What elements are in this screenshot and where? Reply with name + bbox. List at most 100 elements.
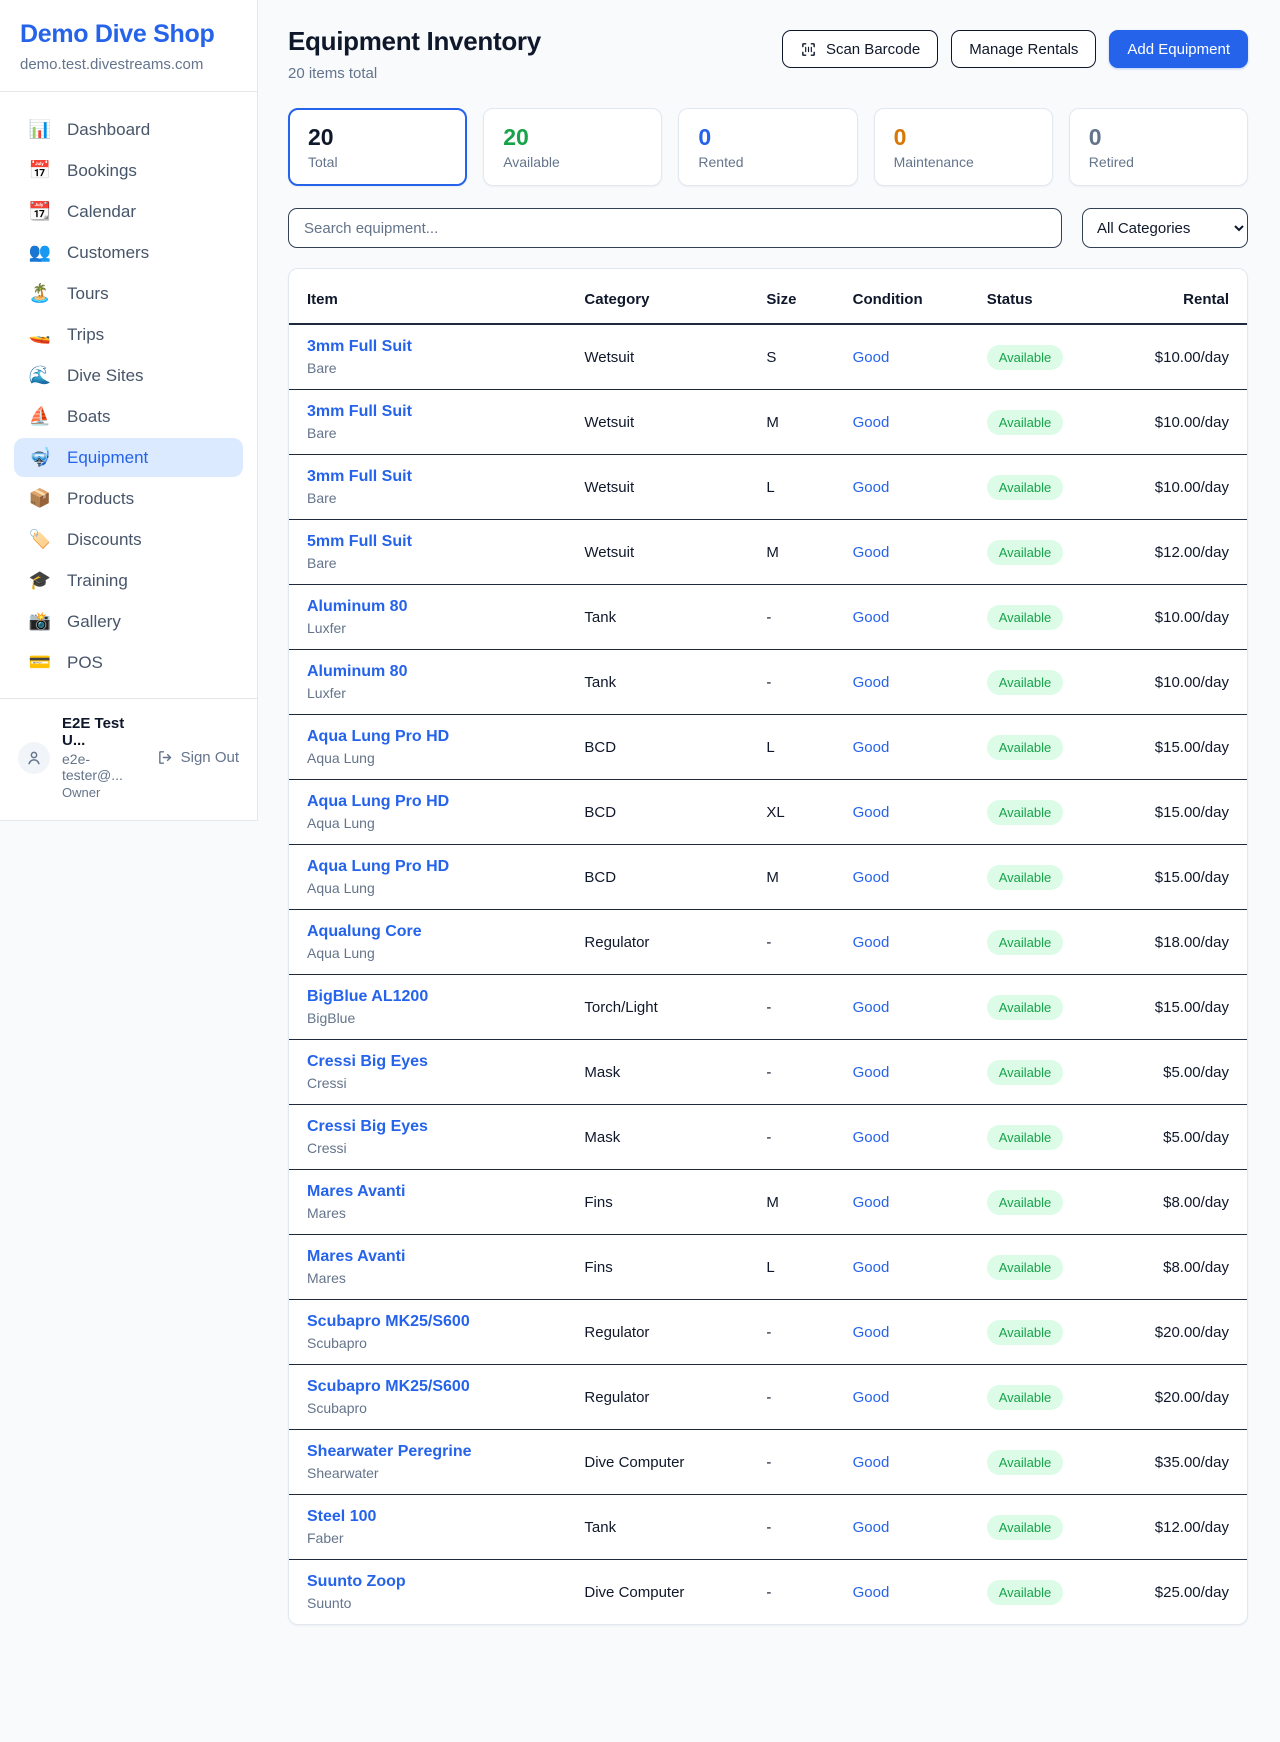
table-row[interactable]: Aqua Lung Pro HD Aqua Lung BCD L Good Av… — [289, 715, 1247, 780]
table-row[interactable]: 3mm Full Suit Bare Wetsuit S Good Availa… — [289, 324, 1247, 390]
item-name-link[interactable]: 3mm Full Suit — [307, 403, 568, 421]
table-row[interactable]: Aluminum 80 Luxfer Tank - Good Available… — [289, 650, 1247, 715]
nav-item-label: POS — [67, 653, 103, 673]
condition-link[interactable]: Good — [853, 1194, 890, 1211]
sign-out-button[interactable]: Sign Out — [157, 749, 239, 766]
item-name-link[interactable]: Scubapro MK25/S600 — [307, 1313, 568, 1331]
status-badge: Available — [987, 1125, 1064, 1150]
item-name-link[interactable]: Aqua Lung Pro HD — [307, 858, 568, 876]
table-row[interactable]: Suunto Zoop Suunto Dive Computer - Good … — [289, 1560, 1247, 1625]
item-name-link[interactable]: 3mm Full Suit — [307, 468, 568, 486]
condition-link[interactable]: Good — [853, 414, 890, 431]
sidebar-nav-item[interactable]: 🚤 Trips — [14, 315, 243, 354]
item-name-link[interactable]: Suunto Zoop — [307, 1573, 568, 1591]
condition-link[interactable]: Good — [853, 739, 890, 756]
nav-item-icon: 📦 — [28, 488, 52, 509]
add-equipment-button[interactable]: Add Equipment — [1109, 30, 1248, 68]
user-section: E2E Test U... e2e-tester@... Owner Sign … — [0, 698, 257, 820]
item-name-link[interactable]: Aqualung Core — [307, 923, 568, 941]
scan-barcode-button[interactable]: Scan Barcode — [782, 30, 938, 68]
sidebar-nav-item[interactable]: 👥 Customers — [14, 233, 243, 272]
stat-card[interactable]: 0 Rented — [678, 108, 857, 186]
item-brand: Scubapro — [307, 1400, 568, 1416]
item-name-link[interactable]: 3mm Full Suit — [307, 338, 568, 356]
item-name-link[interactable]: Aqua Lung Pro HD — [307, 728, 568, 746]
table-row[interactable]: 3mm Full Suit Bare Wetsuit M Good Availa… — [289, 390, 1247, 455]
item-name-link[interactable]: Shearwater Peregrine — [307, 1443, 568, 1461]
sign-out-icon — [157, 749, 174, 766]
item-name-link[interactable]: 5mm Full Suit — [307, 533, 568, 551]
stat-card[interactable]: 20 Available — [483, 108, 662, 186]
item-category: Tank — [576, 650, 758, 715]
rental-price: $15.00/day — [1155, 999, 1229, 1016]
condition-link[interactable]: Good — [853, 934, 890, 951]
stat-card[interactable]: 20 Total — [288, 108, 467, 186]
table-row[interactable]: Cressi Big Eyes Cressi Mask - Good Avail… — [289, 1040, 1247, 1105]
sidebar-nav-item[interactable]: 📸 Gallery — [14, 602, 243, 641]
condition-link[interactable]: Good — [853, 609, 890, 626]
item-name-link[interactable]: Steel 100 — [307, 1508, 568, 1526]
table-row[interactable]: Steel 100 Faber Tank - Good Available $1… — [289, 1495, 1247, 1560]
table-row[interactable]: Mares Avanti Mares Fins L Good Available… — [289, 1235, 1247, 1300]
nav-item-icon: 📆 — [28, 201, 52, 222]
condition-link[interactable]: Good — [853, 479, 890, 496]
sidebar-nav-item[interactable]: 📅 Bookings — [14, 151, 243, 190]
item-brand: Bare — [307, 360, 568, 376]
condition-link[interactable]: Good — [853, 1519, 890, 1536]
table-row[interactable]: Aqua Lung Pro HD Aqua Lung BCD XL Good A… — [289, 780, 1247, 845]
item-category: BCD — [576, 780, 758, 845]
condition-link[interactable]: Good — [853, 544, 890, 561]
table-row[interactable]: 3mm Full Suit Bare Wetsuit L Good Availa… — [289, 455, 1247, 520]
search-input[interactable] — [288, 208, 1062, 248]
table-row[interactable]: BigBlue AL1200 BigBlue Torch/Light - Goo… — [289, 975, 1247, 1040]
sidebar-nav-item[interactable]: 🏝️ Tours — [14, 274, 243, 313]
manage-rentals-button[interactable]: Manage Rentals — [951, 30, 1096, 68]
table-row[interactable]: Cressi Big Eyes Cressi Mask - Good Avail… — [289, 1105, 1247, 1170]
condition-link[interactable]: Good — [853, 1389, 890, 1406]
item-name-link[interactable]: Mares Avanti — [307, 1183, 568, 1201]
table-row[interactable]: Shearwater Peregrine Shearwater Dive Com… — [289, 1430, 1247, 1495]
item-name-link[interactable]: Cressi Big Eyes — [307, 1118, 568, 1136]
condition-link[interactable]: Good — [853, 1129, 890, 1146]
item-name-link[interactable]: Aluminum 80 — [307, 598, 568, 616]
condition-link[interactable]: Good — [853, 1584, 890, 1601]
item-name-link[interactable]: Scubapro MK25/S600 — [307, 1378, 568, 1396]
condition-link[interactable]: Good — [853, 674, 890, 691]
sidebar-nav-item[interactable]: 📆 Calendar — [14, 192, 243, 231]
condition-link[interactable]: Good — [853, 349, 890, 366]
page-title: Equipment Inventory — [288, 26, 541, 57]
item-name-link[interactable]: Mares Avanti — [307, 1248, 568, 1266]
stat-card[interactable]: 0 Maintenance — [874, 108, 1053, 186]
scan-barcode-label: Scan Barcode — [826, 41, 920, 58]
stat-card[interactable]: 0 Retired — [1069, 108, 1248, 186]
table-row[interactable]: Aqua Lung Pro HD Aqua Lung BCD M Good Av… — [289, 845, 1247, 910]
category-select[interactable]: All Categories — [1082, 208, 1248, 248]
table-row[interactable]: Aluminum 80 Luxfer Tank - Good Available… — [289, 585, 1247, 650]
nav-item-icon: 🤿 — [28, 447, 52, 468]
sidebar-nav-item[interactable]: 🎓 Training — [14, 561, 243, 600]
sidebar-nav-item[interactable]: 📊 Dashboard — [14, 110, 243, 149]
condition-link[interactable]: Good — [853, 1454, 890, 1471]
condition-link[interactable]: Good — [853, 1064, 890, 1081]
sidebar-nav-item[interactable]: ⛵ Boats — [14, 397, 243, 436]
table-row[interactable]: Scubapro MK25/S600 Scubapro Regulator - … — [289, 1300, 1247, 1365]
sidebar-nav-item[interactable]: 💳 POS — [14, 643, 243, 682]
condition-link[interactable]: Good — [853, 804, 890, 821]
item-name-link[interactable]: Aluminum 80 — [307, 663, 568, 681]
condition-link[interactable]: Good — [853, 1259, 890, 1276]
sidebar-nav-item[interactable]: 🤿 Equipment — [14, 438, 243, 477]
sidebar-nav-item[interactable]: 🏷️ Discounts — [14, 520, 243, 559]
item-name-link[interactable]: Cressi Big Eyes — [307, 1053, 568, 1071]
sidebar-nav-item[interactable]: 🌊 Dive Sites — [14, 356, 243, 395]
stat-value: 0 — [894, 124, 1033, 151]
sidebar-nav-item[interactable]: 📦 Products — [14, 479, 243, 518]
condition-link[interactable]: Good — [853, 999, 890, 1016]
condition-link[interactable]: Good — [853, 1324, 890, 1341]
item-name-link[interactable]: BigBlue AL1200 — [307, 988, 568, 1006]
item-name-link[interactable]: Aqua Lung Pro HD — [307, 793, 568, 811]
condition-link[interactable]: Good — [853, 869, 890, 886]
table-row[interactable]: Aqualung Core Aqua Lung Regulator - Good… — [289, 910, 1247, 975]
table-row[interactable]: Scubapro MK25/S600 Scubapro Regulator - … — [289, 1365, 1247, 1430]
table-row[interactable]: Mares Avanti Mares Fins M Good Available… — [289, 1170, 1247, 1235]
table-row[interactable]: 5mm Full Suit Bare Wetsuit M Good Availa… — [289, 520, 1247, 585]
